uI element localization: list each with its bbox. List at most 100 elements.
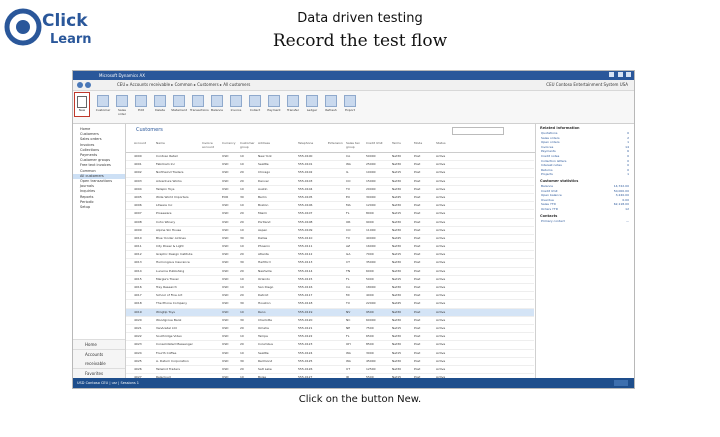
factbox-row[interactable]: Projects 1 <box>536 172 634 177</box>
table-row[interactable]: 4025 A. Datum Corporation USD 30 Redmond 555-… <box>126 358 534 366</box>
table-cell: 10000 <box>366 170 376 175</box>
table-cell: Post <box>414 268 421 273</box>
table-row[interactable]: 4016 Trey Research USD 10 San Diego 555-0116 C… <box>126 284 534 293</box>
table-cell: 4010 <box>134 235 142 240</box>
table-row[interactable]: 4000 Contoso Retail USD 10 New York 555-0100 C… <box>126 153 534 162</box>
filter-input[interactable] <box>452 127 504 135</box>
column-header[interactable]: Address <box>258 142 298 152</box>
ribbon-button-edit[interactable]: Edit <box>133 94 149 118</box>
table-cell <box>328 243 346 250</box>
table-row[interactable]: 4019 Wingtip Toys USD 10 Reno 555-0119 NV 9500 N… <box>126 308 534 317</box>
table-cell: Net30 <box>392 358 402 363</box>
ribbon-button-transactions[interactable]: Transactions <box>190 94 209 118</box>
table-row[interactable]: 4009 Alpine Ski House USD 10 Aspen 555-0109 CO… <box>126 227 534 235</box>
column-header[interactable]: Name <box>156 142 202 152</box>
module-button[interactable]: Favorites <box>73 368 125 378</box>
close-icon[interactable] <box>626 72 631 77</box>
table-cell: Houston <box>258 301 271 306</box>
table-cell: 30000 <box>366 194 376 199</box>
table-cell <box>202 153 222 160</box>
factbox-row[interactable]: Primary contact — <box>536 219 634 224</box>
table-cell: TX <box>346 235 350 240</box>
ribbon-button-payment[interactable]: Payment <box>266 94 282 118</box>
table-row[interactable]: 4022 Southridge Video USD 10 Tampa 555-0122 FL… <box>126 333 534 342</box>
column-header[interactable]: Credit limit <box>366 142 392 152</box>
table-cell: Atlanta <box>258 252 269 257</box>
table-row[interactable]: 4004 Tailspin Toys USD 10 Austin 555-0104 TX 20… <box>126 186 534 194</box>
table-row[interactable]: 4005 Wide World Importers EUR 30 Berlin 555-0… <box>126 194 534 203</box>
ribbon-button-label: Transactions <box>190 108 209 112</box>
address-bar: CEU ▸ Accounts receivable ▸ Common ▸ Cus… <box>73 80 634 91</box>
ribbon-button-export[interactable]: Export <box>342 94 358 118</box>
table-cell: 555-0126 <box>298 366 313 371</box>
forward-icon[interactable] <box>85 82 91 88</box>
table-cell: CA <box>346 154 351 158</box>
factbox-row[interactable]: Orders YTD 12 <box>536 207 634 212</box>
table-cell: Active <box>436 154 446 158</box>
column-header[interactable]: Mode <box>414 142 436 152</box>
company-selector[interactable]: CEU Contoso Entertainment System USA <box>546 80 628 90</box>
maximize-icon[interactable] <box>617 72 623 77</box>
column-header[interactable]: Terms <box>392 142 414 152</box>
ribbon-button-ledger[interactable]: Ledger <box>304 94 320 118</box>
column-header[interactable]: Status <box>436 142 460 152</box>
ribbon-button-sales-order[interactable]: Sales order <box>114 94 130 118</box>
table-cell: 555-0119 <box>298 309 313 314</box>
table-cell: 4020 <box>134 317 142 322</box>
table-row[interactable]: 4003 Adventure Works USD 20 Denver 555-0103 CO… <box>126 178 534 186</box>
column-header[interactable]: Account <box>134 142 156 152</box>
column-header[interactable]: Sales tax group <box>346 142 366 152</box>
table-cell: Detroit <box>258 293 269 298</box>
table-row[interactable]: 4020 Woodgrove Bank USD 30 Charlotte 555-0120… <box>126 317 534 325</box>
ribbon-button-invoice[interactable]: Invoice <box>228 94 244 118</box>
ribbon-button-collect[interactable]: Collect <box>247 94 263 118</box>
table-cell: Post <box>414 325 421 330</box>
ribbon-button-statement[interactable]: Statement <box>171 94 187 118</box>
table-row[interactable]: 4002 Northwind Traders USD 20 Chicago 555-010… <box>126 169 534 178</box>
ribbon-button-refresh[interactable]: Refresh <box>323 94 339 118</box>
table-cell: Post <box>414 301 421 306</box>
breadcrumb[interactable]: CEU ▸ Accounts receivable ▸ Common ▸ Cus… <box>117 80 250 90</box>
table-row[interactable]: 4026 Tailwind Traders USD 20 Salt Lake 555-01… <box>126 366 534 375</box>
ribbon-button-delete[interactable]: Delete <box>152 94 168 118</box>
column-header[interactable]: Currency <box>222 142 240 152</box>
table-row[interactable]: 4012 Graphic Design Institute USD 20 Atlanta… <box>126 251 534 260</box>
table-row[interactable]: 4011 City Power & Light USD 10 Phoenix 555-01… <box>126 243 534 252</box>
ribbon-button-transfer[interactable]: Transfer <box>285 94 301 118</box>
table-row[interactable]: 4023 Consolidated Messenger USD 20 Columbus 5… <box>126 341 534 350</box>
table-row[interactable]: 4014 Lucerne Publishing USD 20 Nashville 555-… <box>126 268 534 276</box>
nav-item[interactable]: Setup <box>73 205 125 210</box>
new-button[interactable]: New <box>74 92 90 117</box>
table-row[interactable]: 4006 Litware Inc USD 10 Boston 555-0106 MA 1200… <box>126 202 534 211</box>
table-row[interactable]: 4021 VanArsdel Ltd USD 20 Omaha 555-0121 NE 750… <box>126 325 534 334</box>
table-row[interactable]: 4001 Fabrikam Inc USD 10 Seattle 555-0101 WA 25… <box>126 161 534 170</box>
column-header[interactable]: Customer group <box>240 142 258 152</box>
column-header[interactable]: Extension <box>328 142 346 152</box>
minimize-icon[interactable] <box>609 72 614 77</box>
table-row[interactable]: 4018 The Phone Company USD 30 Houston 555-011… <box>126 300 534 309</box>
module-button[interactable]: Home <box>73 339 125 349</box>
column-header[interactable]: Invoice account <box>202 142 222 152</box>
table-cell: 4023 <box>134 342 142 347</box>
table-row[interactable]: 4013 Humongous Insurance USD 30 Hartford 555-… <box>126 259 534 268</box>
table-cell: 30 <box>240 235 244 240</box>
table-row[interactable]: 4008 Coho Winery USD 20 Portland 555-0108 OR 90… <box>126 219 534 227</box>
slide-subtitle: Record the test flow <box>272 31 448 51</box>
table-cell: Tailspin Toys <box>156 186 175 191</box>
back-icon[interactable] <box>77 82 83 88</box>
table-row[interactable]: 4017 School of Fine Art USD 20 Detroit 555-01… <box>126 292 534 301</box>
table-cell: 30 <box>240 301 244 306</box>
table-row[interactable]: 4010 Blue Yonder Airlines USD 30 Dallas 555-0… <box>126 235 534 244</box>
table-cell <box>202 366 222 373</box>
column-header[interactable]: Telephone <box>298 142 328 152</box>
table-row[interactable]: 4015 Margie's Travel USD 10 Orlando 555-0115 F… <box>126 276 534 284</box>
table-cell: UT <box>346 366 351 371</box>
module-button[interactable]: Accounts receivable <box>73 349 125 368</box>
table-cell: 4025 <box>134 358 142 363</box>
table-cell <box>328 325 346 332</box>
table-row[interactable]: 4007 Proseware USD 20 Miami 555-0107 FL 8000 Net… <box>126 210 534 219</box>
ribbon-button-customer[interactable]: Customer <box>95 94 111 118</box>
table-row[interactable]: 4024 Fourth Coffee USD 10 Seattle 555-0124 WA 3… <box>126 350 534 358</box>
new-document-icon <box>77 96 87 108</box>
ribbon-button-balance[interactable]: Balance <box>209 94 225 118</box>
